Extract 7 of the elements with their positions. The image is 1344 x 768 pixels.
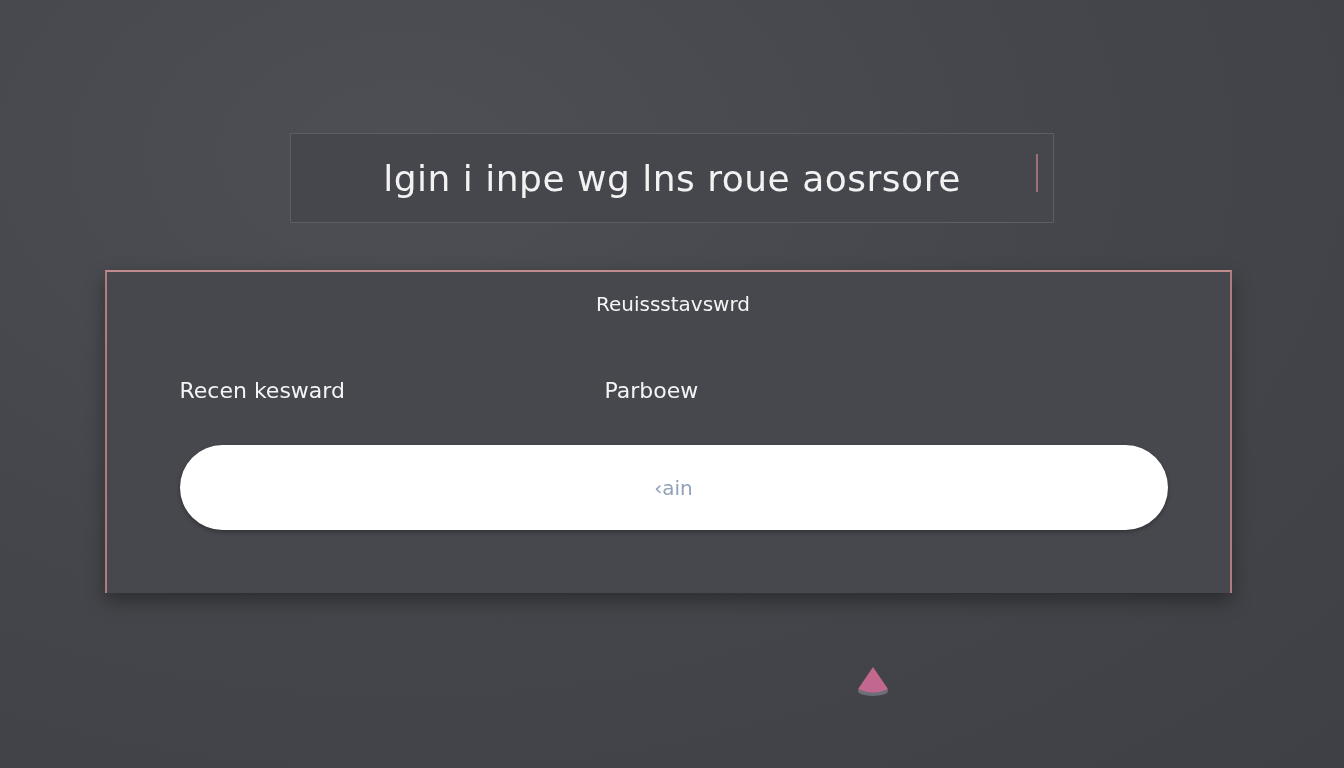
card-heading: Reuissstavswrd	[594, 292, 752, 316]
cone-icon	[856, 665, 890, 697]
title-text: lgin i inpe wg lns roue aosrsore	[383, 157, 961, 199]
field-label: Recen kesward	[179, 378, 345, 403]
field-label: Parboew	[604, 378, 699, 403]
text-cursor	[1036, 154, 1038, 192]
title-field[interactable]: lgin i inpe wg lns roue aosrsore	[290, 133, 1054, 223]
